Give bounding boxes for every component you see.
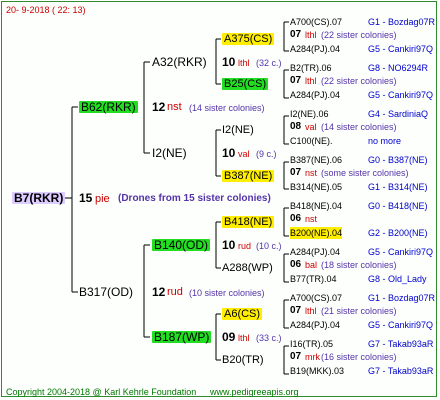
gen1-queen-0[interactable]: B62(RKR) xyxy=(79,101,138,113)
gen4-mark-0: lthl xyxy=(305,30,317,40)
gen4-origin-bottom-0: G5 - Cankiri97Q xyxy=(368,44,434,54)
gen4-mark-2: val xyxy=(305,122,317,132)
gen4-mark-6: lthl xyxy=(305,306,317,316)
gen2-mark-0: lthl xyxy=(238,58,250,68)
gen4-num-1: 07 xyxy=(290,75,302,86)
gen4-num-5: 06 xyxy=(290,259,302,270)
gen2-mark-2: rud xyxy=(238,241,252,251)
gen4-num-7: 07 xyxy=(290,351,302,362)
gen1-mark-0: nst xyxy=(167,101,182,113)
gen4-queen-top-4[interactable]: B418(NE).04 xyxy=(290,200,342,212)
gen3-queen-2[interactable]: I2(NE) xyxy=(222,124,254,136)
gen2-note-2: (10 c.) xyxy=(256,241,282,251)
root-queen[interactable]: B7(RKR) xyxy=(12,192,66,204)
gen4-origin-top-5: G5 - Cankiri97Q xyxy=(368,247,434,257)
gen4-note-6: (21 sister colonies) xyxy=(321,306,397,316)
gen2-queen-3[interactable]: B187(WP) xyxy=(152,331,212,343)
gen2-num-1: 10 xyxy=(222,146,236,160)
gen2-queen-0[interactable]: A32(RKR) xyxy=(152,56,207,68)
gen1-note-0: (14 sister colonies) xyxy=(189,103,265,113)
root-num: 15 xyxy=(79,191,93,205)
gen4-origin-top-7: G7 - Takab93aR xyxy=(368,339,434,349)
gen1-note-1: (10 sister colonies) xyxy=(189,288,265,298)
gen4-queen-bottom-5[interactable]: B77(TR).04 xyxy=(290,273,337,285)
gen4-queen-top-1[interactable]: B2(TR).06 xyxy=(290,62,332,74)
gen4-origin-bottom-1: G5 - Cankiri97Q xyxy=(368,90,434,100)
gen4-note-5: (18 sister colonies) xyxy=(321,260,397,270)
gen4-queen-bottom-4[interactable]: B200(NE).04 xyxy=(290,227,343,239)
gen4-queen-top-7[interactable]: I16(TR).05 xyxy=(290,338,333,350)
gen2-num-3: 09 xyxy=(222,330,236,344)
gen4-queen-bottom-1[interactable]: A284(PJ).04 xyxy=(290,89,340,101)
gen4-origin-top-4: G0 - B418(NE) xyxy=(368,201,428,211)
gen4-note-1: (22 sister colonies) xyxy=(321,76,397,86)
gen2-queen-2[interactable]: B140(OD) xyxy=(152,239,211,251)
gen2-note-1: (9 c.) xyxy=(256,149,277,159)
footer-site-link[interactable]: www.pedigreeapis.org xyxy=(210,386,299,398)
gen4-num-0: 07 xyxy=(290,29,302,40)
gen4-num-2: 08 xyxy=(290,121,302,132)
root-note: (Drones from 15 sister colonies) xyxy=(118,193,271,204)
gen1-num-0: 12 xyxy=(152,100,166,114)
gen2-num-2: 10 xyxy=(222,238,236,252)
gen4-origin-bottom-4: G2 - B200(NE) xyxy=(368,228,428,238)
gen4-mark-4: nst xyxy=(305,214,318,224)
gen4-queen-bottom-2[interactable]: C100(NE). xyxy=(290,135,333,147)
gen2-note-0: (32 c.) xyxy=(256,58,282,68)
gen4-num-6: 07 xyxy=(290,305,302,316)
gen4-queen-top-0[interactable]: A700(CS).07 xyxy=(290,16,342,28)
gen4-origin-bottom-3: G1 - B314(NE) xyxy=(368,182,428,192)
gen3-queen-1[interactable]: B25(CS) xyxy=(222,78,269,90)
gen4-origin-top-2: G4 - SardiniaQ xyxy=(368,109,429,119)
gen2-mark-1: val xyxy=(238,149,250,159)
gen2-num-0: 10 xyxy=(222,55,236,69)
gen4-mark-7: mrk xyxy=(305,352,320,362)
gen2-queen-1[interactable]: I2(NE) xyxy=(152,147,187,159)
gen4-note-3: (some sister colonies) xyxy=(321,168,409,178)
gen4-queen-top-3[interactable]: B387(NE).06 xyxy=(290,154,342,166)
gen3-queen-3[interactable]: B387(NE) xyxy=(222,170,275,182)
gen2-mark-3: lthl xyxy=(238,333,250,343)
gen3-queen-4[interactable]: B418(NE) xyxy=(222,216,275,228)
gen4-mark-1: lthl xyxy=(305,76,317,86)
gen3-queen-6[interactable]: A6(CS) xyxy=(222,308,263,320)
gen3-queen-5[interactable]: A288(WP) xyxy=(222,262,273,274)
gen1-num-1: 12 xyxy=(152,285,166,299)
footer-copyright: Copyright 2004-2018 @ Karl Kehrle Founda… xyxy=(6,387,197,397)
gen4-num-4: 06 xyxy=(290,213,302,224)
gen4-queen-bottom-0[interactable]: A284(PJ).04 xyxy=(290,43,340,55)
gen4-origin-top-3: G0 - B387(NE) xyxy=(368,155,428,165)
gen4-queen-top-5[interactable]: A284(PJ).04 xyxy=(290,246,340,258)
gen4-queen-top-2[interactable]: I2(NE).06 xyxy=(290,108,329,120)
gen3-queen-0[interactable]: A375(CS) xyxy=(222,33,275,45)
date-stamp: 20- 9-2018 ( 22: 13) xyxy=(6,5,86,15)
gen4-mark-5: bal xyxy=(305,260,318,270)
gen4-queen-bottom-3[interactable]: B314(NE).05 xyxy=(290,181,342,193)
gen4-num-3: 07 xyxy=(290,167,302,178)
gen4-origin-top-1: G8 - NO6294R xyxy=(368,63,429,73)
gen4-origin-bottom-2: no more xyxy=(368,136,402,146)
gen1-queen-1[interactable]: B317(OD) xyxy=(79,286,133,298)
gen4-note-7: (16 sister colonies) xyxy=(321,352,397,362)
gen1-mark-1: rud xyxy=(167,286,183,298)
gen4-note-0: (22 sister colonies) xyxy=(321,30,397,40)
gen4-origin-top-0: G1 - Bozdag07R xyxy=(368,17,436,27)
gen4-origin-bottom-6: G5 - Cankiri97Q xyxy=(368,320,434,330)
gen4-origin-bottom-7: G7 - Takab93aR xyxy=(368,366,434,376)
gen4-queen-bottom-7[interactable]: B19(MKK).03 xyxy=(290,365,344,377)
gen4-note-2: (14 sister colonies) xyxy=(321,122,397,132)
gen3-queen-7[interactable]: B20(TR) xyxy=(222,354,264,366)
root-mark: pie xyxy=(95,193,110,205)
gen4-queen-top-6[interactable]: A700(CS).07 xyxy=(290,292,342,304)
gen4-origin-top-6: G1 - Bozdag07R xyxy=(368,293,436,303)
gen4-mark-3: nst xyxy=(305,168,318,178)
gen2-note-3: (33 c.) xyxy=(256,333,282,343)
gen4-origin-bottom-5: G8 - Old_Lady xyxy=(368,274,427,284)
gen4-queen-bottom-6[interactable]: A284(PJ).04 xyxy=(290,319,340,331)
